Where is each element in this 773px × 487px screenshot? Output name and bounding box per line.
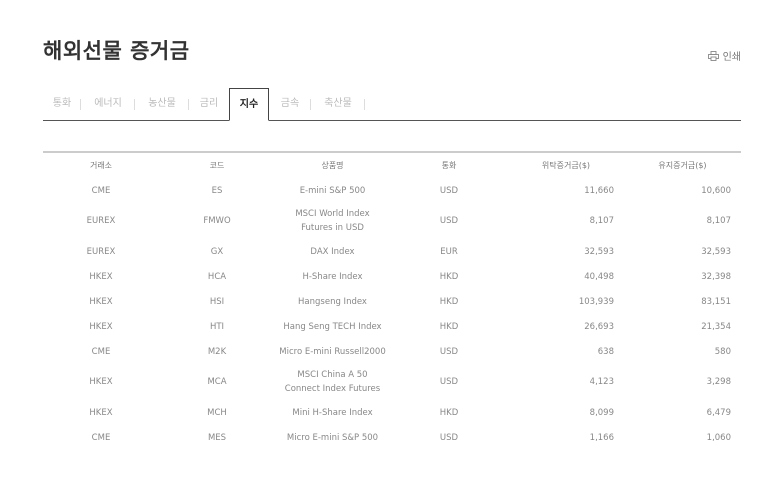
tab-interest-rate[interactable]: 금리 (189, 88, 229, 120)
cell-exchange: CME (91, 185, 111, 196)
table-row: HKEX HCA H-Share Index HKD 40,498 32,398 (43, 264, 741, 289)
cell-code: ES (211, 185, 223, 196)
tab-energy[interactable]: 에너지 (81, 88, 135, 120)
cell-product-name: Micro E-mini S&P 500 (286, 432, 379, 443)
cell-initial-margin: 26,693 (584, 321, 614, 332)
table-row: CME M2K Micro E-mini Russell2000 USD 638… (43, 339, 741, 364)
cell-currency: HKD (439, 271, 459, 282)
table-row: EUREX GX DAX Index EUR 32,593 32,593 (43, 239, 741, 264)
cell-code: HTI (209, 321, 225, 332)
cell-maintenance-margin: 21,354 (701, 321, 731, 332)
tab-currency[interactable]: 통화 (43, 88, 81, 120)
table-row: HKEX HSI Hangseng Index HKD 103,939 83,1… (43, 289, 741, 314)
cell-currency: EUR (440, 246, 458, 257)
cell-currency: USD (439, 216, 459, 226)
cell-currency: HKD (439, 321, 459, 332)
cell-code: FMWO (203, 216, 231, 226)
tab-agriculture[interactable]: 농산물 (135, 88, 189, 120)
tab-index[interactable]: 지수 (229, 88, 269, 121)
cell-maintenance-margin: 1,060 (706, 432, 731, 443)
print-label: 인쇄 (722, 52, 741, 63)
cell-exchange: EUREX (86, 246, 116, 257)
cell-maintenance-margin: 32,398 (701, 271, 731, 282)
cell-maintenance-margin: 6,479 (706, 407, 731, 418)
column-header-product-name: 상품명 (321, 161, 344, 170)
cell-exchange: CME (91, 346, 111, 357)
cell-product-name: Hangseng Index (298, 296, 367, 307)
cell-exchange: HKEX (89, 321, 113, 332)
cell-maintenance-margin: 8,107 (706, 216, 731, 226)
cell-code: HSI (209, 296, 225, 307)
cell-maintenance-margin: 83,151 (701, 296, 731, 307)
margin-table: 거래소 코드 상품명 통화 위탁증거금($) 유지증거금($) CME ES E… (43, 151, 741, 450)
cell-maintenance-margin: 580 (714, 346, 731, 357)
cell-code: GX (210, 246, 224, 257)
cell-product-name: H-Share Index (302, 271, 363, 282)
cell-initial-margin: 40,498 (584, 271, 614, 282)
cell-product-name: Hang Seng TECH Index (283, 321, 382, 332)
cell-code: MCA (207, 377, 227, 387)
cell-product-name: MSCI China A 50 Connect Index Futures (284, 370, 381, 394)
cell-code: M2K (207, 346, 227, 357)
category-tabs: 통화 에너지 농산물 금리 지수 금속 축산물 (43, 88, 741, 121)
cell-exchange: EUREX (86, 216, 116, 226)
column-header-maintenance-margin: 유지증거금($) (658, 161, 707, 170)
cell-code: MCH (207, 407, 227, 418)
cell-exchange: CME (91, 432, 111, 443)
cell-product-name: E-mini S&P 500 (299, 185, 366, 196)
cell-product-name: Mini H-Share Index (292, 407, 373, 418)
cell-initial-margin: 32,593 (584, 246, 614, 257)
cell-maintenance-margin: 32,593 (701, 246, 731, 257)
cell-initial-margin: 103,939 (578, 296, 614, 307)
cell-initial-margin: 638 (597, 346, 614, 357)
column-header-code: 코드 (209, 161, 225, 170)
table-header-row: 거래소 코드 상품명 통화 위탁증거금($) 유지증거금($) (43, 152, 741, 178)
cell-exchange: HKEX (89, 377, 113, 387)
cell-currency: USD (439, 432, 459, 443)
cell-initial-margin: 4,123 (589, 377, 614, 387)
table-row: CME ES E-mini S&P 500 USD 11,660 10,600 (43, 178, 741, 203)
cell-product-name: DAX Index (310, 246, 355, 257)
tab-livestock[interactable]: 축산물 (311, 88, 365, 120)
cell-initial-margin: 8,099 (589, 407, 614, 418)
cell-currency: USD (439, 185, 459, 196)
print-button[interactable]: 인쇄 (707, 48, 741, 63)
column-header-exchange: 거래소 (89, 161, 113, 170)
tab-metal[interactable]: 금속 (269, 88, 311, 120)
cell-exchange: HKEX (89, 407, 113, 418)
cell-maintenance-margin: 10,600 (701, 185, 731, 196)
table-row: HKEX MCH Mini H-Share Index HKD 8,099 6,… (43, 400, 741, 425)
cell-exchange: HKEX (89, 296, 113, 307)
cell-exchange: HKEX (89, 271, 113, 282)
cell-initial-margin: 1,166 (589, 432, 614, 443)
table-row: HKEX HTI Hang Seng TECH Index HKD 26,693… (43, 314, 741, 339)
page-title: 해외선물 증거금 (43, 39, 190, 63)
table-row: CME MES Micro E-mini S&P 500 USD 1,166 1… (43, 425, 741, 450)
cell-initial-margin: 11,660 (584, 185, 614, 196)
table-row: HKEX MCA MSCI China A 50 Connect Index Fu… (43, 364, 741, 400)
cell-currency: HKD (439, 407, 459, 418)
cell-maintenance-margin: 3,298 (706, 377, 731, 387)
cell-currency: USD (439, 346, 459, 357)
cell-currency: HKD (439, 296, 459, 307)
column-header-initial-margin: 위탁증거금($) (541, 161, 591, 170)
table-row: EUREX FMWO MSCI World Index Futures in US… (43, 203, 741, 239)
cell-code: MES (207, 432, 227, 443)
cell-product-name: Micro E-mini Russell2000 (279, 346, 386, 357)
cell-initial-margin: 8,107 (589, 216, 614, 226)
cell-code: HCA (207, 271, 227, 282)
column-header-currency: 통화 (441, 161, 457, 170)
cell-currency: USD (439, 377, 459, 387)
cell-product-name: MSCI World Index Futures in USD (295, 209, 370, 233)
printer-icon (707, 50, 719, 61)
